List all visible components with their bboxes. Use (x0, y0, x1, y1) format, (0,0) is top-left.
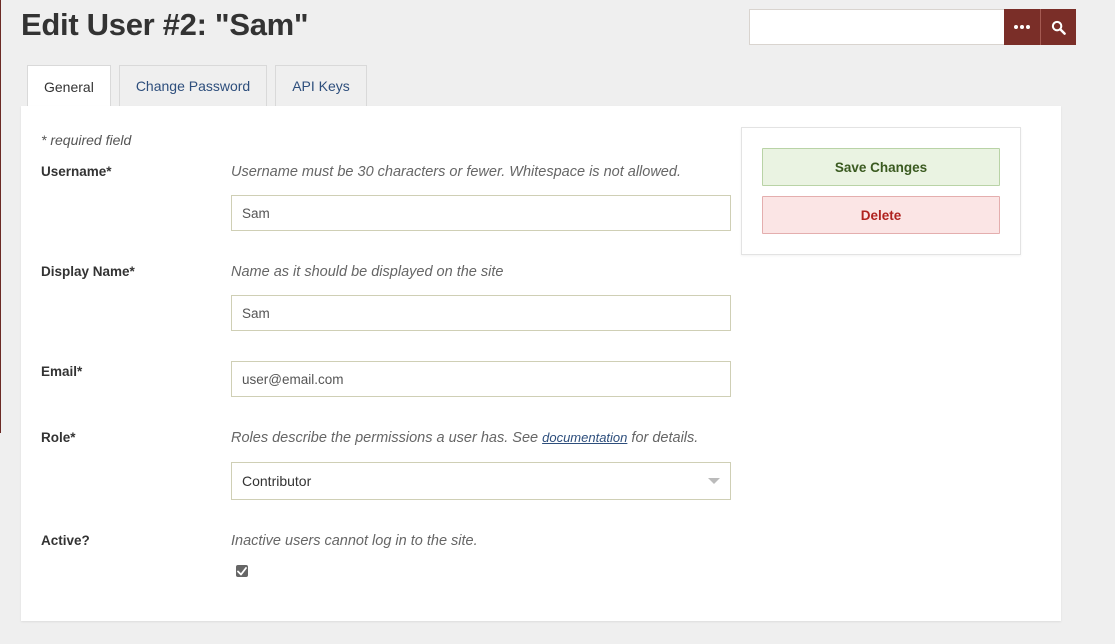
username-help: Username must be 30 characters or fewer.… (231, 164, 681, 180)
left-edge-bar (0, 0, 1, 433)
chevron-down-icon (708, 478, 720, 484)
page-title: Edit User #2: "Sam" (21, 7, 309, 42)
search-input[interactable] (749, 9, 1004, 45)
ellipsis-icon (1014, 25, 1030, 29)
search-bar (749, 9, 1076, 45)
display-name-help: Name as it should be displayed on the si… (231, 264, 504, 280)
active-label: Active? (41, 533, 90, 548)
email-field[interactable] (231, 361, 731, 397)
tab-bar: General Change Password API Keys (27, 65, 367, 107)
delete-button[interactable]: Delete (762, 196, 1000, 234)
search-icon (1051, 20, 1066, 35)
save-changes-button[interactable]: Save Changes (762, 148, 1000, 186)
role-select-value: Contributor (242, 473, 312, 489)
role-label: Role* (41, 430, 76, 445)
display-name-field[interactable] (231, 295, 731, 331)
active-help: Inactive users cannot log in to the site… (231, 533, 478, 549)
tab-api-keys[interactable]: API Keys (275, 65, 367, 106)
more-options-button[interactable] (1004, 9, 1040, 45)
role-help-text-before: Roles describe the permissions a user ha… (231, 430, 543, 446)
required-field-note: * required field (41, 132, 132, 148)
role-help-text-after: for details. (627, 430, 699, 446)
tab-change-password[interactable]: Change Password (118, 65, 268, 106)
check-icon (237, 566, 247, 575)
general-panel: * required field Username* Username must… (21, 106, 1061, 621)
documentation-link[interactable]: documentation (542, 430, 627, 445)
username-label: Username* (41, 164, 112, 179)
active-checkbox[interactable] (236, 565, 248, 577)
email-label: Email* (41, 364, 83, 379)
username-field[interactable] (231, 195, 731, 231)
actions-card: Save Changes Delete (741, 127, 1021, 255)
tab-general[interactable]: General (27, 65, 111, 107)
role-help: Roles describe the permissions a user ha… (231, 430, 698, 446)
role-select[interactable]: Contributor (231, 462, 731, 500)
search-button[interactable] (1040, 9, 1076, 45)
display-name-label: Display Name* (41, 264, 135, 279)
